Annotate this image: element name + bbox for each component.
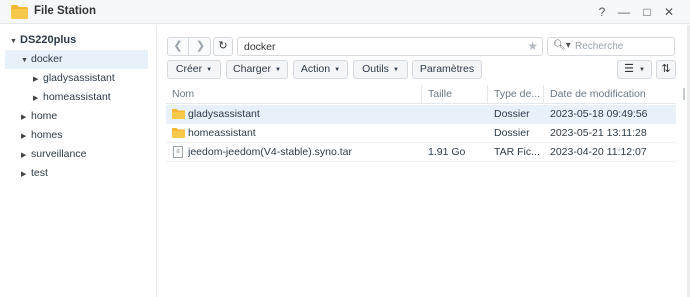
table-row[interactable]: homeassistant Dossier 2023-05-21 13:11:2… [166, 124, 676, 143]
chevron-right-icon[interactable]: ▶ [21, 165, 31, 184]
refresh-icon: ↻ [218, 40, 228, 52]
scrollbar[interactable] [683, 88, 685, 100]
file-size: 1.91 Go [428, 146, 466, 158]
tree-root-ds220plus[interactable]: ▼ DS220plus [10, 31, 150, 50]
archive-file-icon: ≡ [173, 146, 183, 158]
refresh-button[interactable]: ↻ [213, 37, 233, 56]
sidebar-item-homes[interactable]: ▶ homes [21, 126, 151, 145]
tools-button[interactable]: Outils ▼ [353, 60, 408, 79]
file-size [428, 124, 488, 143]
sidebar: ▼ DS220plus ▼ docker ▶ gladysassistant ▶ hom… [0, 25, 157, 297]
action-label: Action [300, 63, 331, 75]
chevron-right-icon[interactable]: ▶ [21, 108, 31, 127]
search-box[interactable]: 🔍︎▾ [547, 37, 675, 56]
file-date: 2023-04-20 11:12:07 [550, 146, 647, 158]
current-path: docker [244, 41, 276, 53]
caret-down-icon: ▼ [392, 67, 399, 73]
close-button[interactable]: ✕ [660, 3, 678, 21]
help-button[interactable]: ? [593, 3, 611, 21]
chevron-right-icon[interactable]: ▶ [33, 89, 43, 108]
chevron-right-icon[interactable]: ▶ [33, 70, 43, 89]
file-table-header: Nom Taille Type de... Date de modificati… [166, 85, 676, 104]
star-icon[interactable]: ★ [527, 39, 538, 53]
maximize-button[interactable]: □ [638, 3, 656, 21]
sidebar-item-label: docker [31, 53, 63, 65]
forward-button[interactable]: ❯ [190, 38, 211, 55]
create-label: Créer [175, 63, 203, 75]
sidebar-item-label: test [31, 167, 48, 179]
sort-button[interactable]: ⇅ [656, 60, 676, 79]
file-size [428, 105, 488, 124]
path-bar[interactable]: docker ★ [237, 37, 543, 56]
sidebar-item-surveillance[interactable]: ▶ surveillance [21, 145, 151, 164]
sidebar-item-label: home [31, 110, 58, 122]
tools-label: Outils [362, 63, 389, 75]
folder-icon [172, 128, 185, 138]
chevron-down-icon[interactable]: ▼ [10, 32, 20, 51]
caret-down-icon: ▼ [638, 67, 645, 73]
table-row[interactable]: ≡ jeedom-jeedom(V4-stable).syno.tar 1.91… [166, 143, 676, 162]
caret-down-icon: ▼ [206, 67, 213, 73]
sidebar-item-test[interactable]: ▶ test [21, 164, 151, 183]
column-header-size[interactable]: Taille [422, 85, 488, 104]
sidebar-item-home[interactable]: ▶ home [21, 107, 151, 126]
settings-label: Paramètres [419, 63, 475, 75]
action-button[interactable]: Action ▼ [293, 60, 348, 79]
column-header-name[interactable]: Nom [166, 85, 422, 104]
chevron-down-icon[interactable]: ▼ [21, 51, 31, 70]
sort-icon: ⇅ [661, 63, 671, 75]
file-date: 2023-05-18 09:49:56 [550, 108, 648, 120]
settings-button[interactable]: Paramètres [412, 60, 482, 79]
upload-label: Charger [233, 63, 271, 75]
window-title: File Station [34, 5, 96, 17]
file-name: jeedom-jeedom(V4-stable).syno.tar [188, 146, 352, 158]
minimize-button[interactable]: — [615, 3, 633, 21]
view-mode-button[interactable]: ☰ ▼ [617, 60, 652, 79]
history-nav: ❮ ❯ [167, 37, 211, 56]
back-button[interactable]: ❮ [168, 38, 189, 55]
column-header-type[interactable]: Type de... [488, 85, 544, 104]
search-input[interactable] [575, 41, 671, 52]
tree-root-label: DS220plus [20, 34, 77, 46]
upload-button[interactable]: Charger ▼ [226, 60, 288, 79]
file-type: TAR Fic... [494, 146, 540, 158]
file-type: Dossier [494, 108, 530, 120]
sidebar-item-label: homes [31, 129, 63, 141]
caret-down-icon: ▼ [274, 67, 281, 73]
title-bar: File Station ? — □ ✕ [0, 0, 690, 24]
file-name: homeassistant [188, 127, 256, 139]
file-name: gladysassistant [188, 108, 260, 120]
file-type: Dossier [494, 127, 530, 139]
list-view-icon: ☰ [624, 63, 634, 75]
table-row[interactable]: gladysassistant Dossier 2023-05-18 09:49… [166, 105, 676, 124]
sidebar-item-label: surveillance [31, 148, 87, 160]
sidebar-item-homeassistant[interactable]: ▶ homeassistant [33, 88, 153, 107]
create-button[interactable]: Créer ▼ [167, 60, 221, 79]
caret-down-icon: ▼ [334, 67, 341, 73]
chevron-right-icon[interactable]: ▶ [21, 127, 31, 146]
sidebar-item-docker[interactable]: ▼ docker [5, 50, 148, 69]
sidebar-item-label: homeassistant [43, 91, 111, 103]
column-header-date[interactable]: Date de modification [544, 85, 676, 104]
search-icon[interactable]: 🔍︎▾ [553, 40, 571, 51]
sidebar-item-label: gladysassistant [43, 72, 115, 84]
folder-icon [172, 109, 185, 119]
folder-app-icon [11, 5, 28, 19]
chevron-right-icon[interactable]: ▶ [21, 146, 31, 165]
sidebar-item-gladysassistant[interactable]: ▶ gladysassistant [33, 69, 153, 88]
file-date: 2023-05-21 13:11:28 [550, 127, 647, 139]
